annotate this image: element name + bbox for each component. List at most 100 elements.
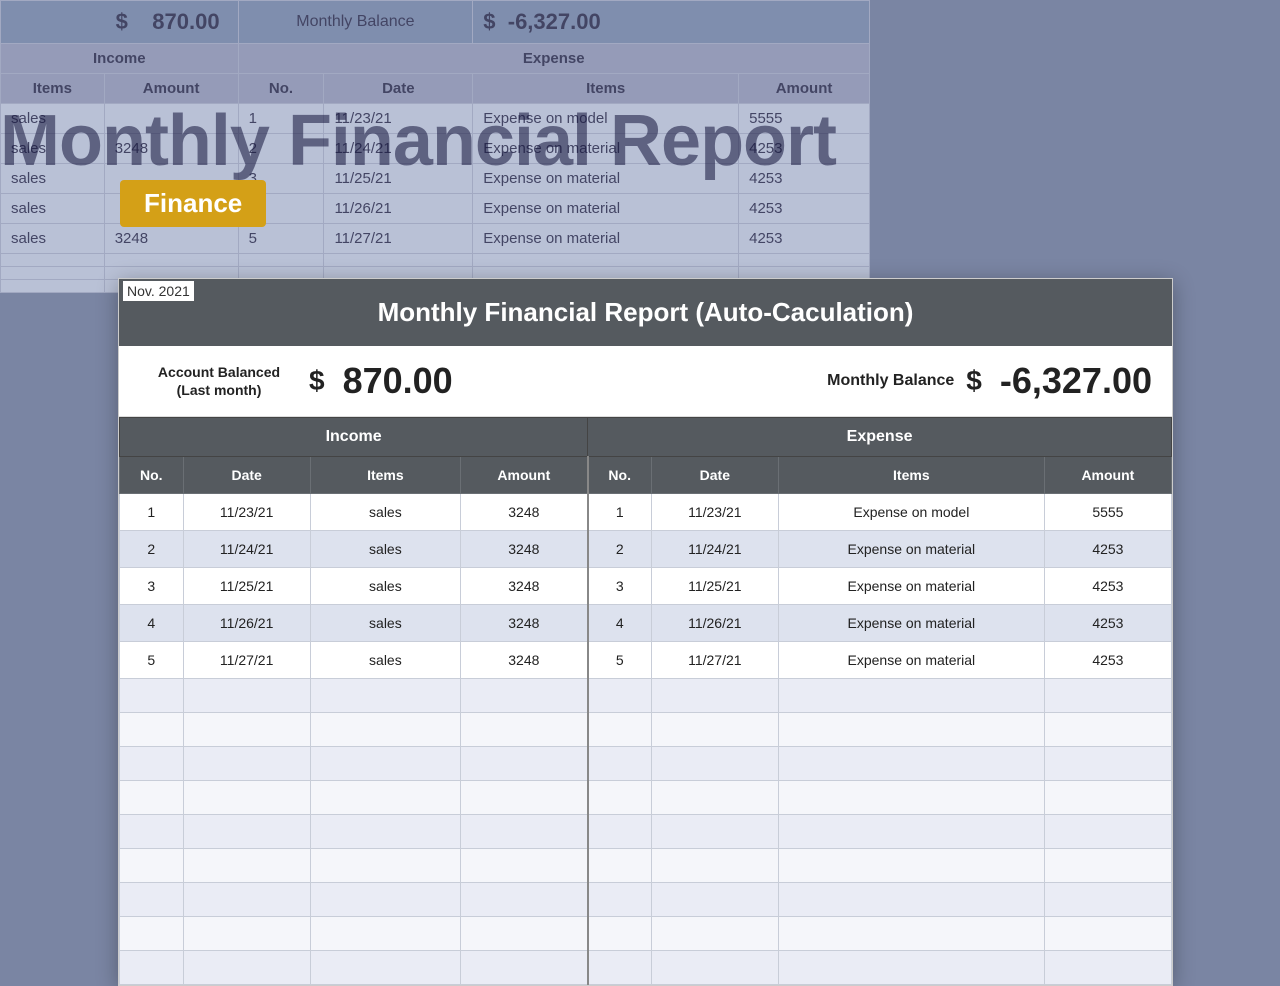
expense-items-cell: Expense on material xyxy=(778,642,1044,679)
expense-no-cell: 4 xyxy=(588,605,652,642)
income-amount-col-header: Amount xyxy=(461,457,588,494)
expense-no-cell xyxy=(588,713,652,747)
income-amount-cell: 3248 xyxy=(461,568,588,605)
income-date-cell: 11/27/21 xyxy=(183,642,310,679)
income-date-col-header: Date xyxy=(183,457,310,494)
main-data-table: Income Expense No. Date Items Amount No.… xyxy=(119,417,1172,985)
income-amount-cell xyxy=(461,781,588,815)
income-items-cell xyxy=(310,917,460,951)
expense-date-cell xyxy=(651,713,778,747)
income-items-cell xyxy=(310,815,460,849)
bg-exp-amount-header: Amount xyxy=(739,74,870,104)
income-amount-cell xyxy=(461,679,588,713)
monthly-balance-label: Monthly Balance xyxy=(827,372,954,390)
expense-date-cell xyxy=(651,781,778,815)
report-date: Nov. 2021 xyxy=(123,281,194,301)
expense-no-cell: 3 xyxy=(588,568,652,605)
expense-no-cell xyxy=(588,849,652,883)
account-balanced-label: Account Balanced(Last month) xyxy=(139,363,299,399)
expense-no-cell xyxy=(588,781,652,815)
bg-no-header: No. xyxy=(238,74,324,104)
income-amount-cell xyxy=(461,849,588,883)
expense-items-cell xyxy=(778,883,1044,917)
monthly-dollar-sign: $ xyxy=(966,365,982,397)
expense-no-col-header: No. xyxy=(588,457,652,494)
income-no-cell xyxy=(120,815,184,849)
income-amount-cell xyxy=(461,747,588,781)
income-amount-cell xyxy=(461,815,588,849)
income-items-cell xyxy=(310,849,460,883)
income-items-col-header: Items xyxy=(310,457,460,494)
expense-no-cell xyxy=(588,815,652,849)
expense-date-cell xyxy=(651,679,778,713)
report-card: Monthly Financial Report (Auto-Caculatio… xyxy=(118,278,1173,986)
income-amount-cell: 3248 xyxy=(461,531,588,568)
income-items-cell: sales xyxy=(310,642,460,679)
expense-items-cell xyxy=(778,815,1044,849)
income-no-cell xyxy=(120,917,184,951)
income-date-cell xyxy=(183,747,310,781)
income-items-cell: sales xyxy=(310,568,460,605)
expense-amount-cell xyxy=(1044,917,1171,951)
income-no-cell: 5 xyxy=(120,642,184,679)
income-no-cell xyxy=(120,781,184,815)
income-no-col-header: No. xyxy=(120,457,184,494)
expense-date-col-header: Date xyxy=(651,457,778,494)
expense-date-cell xyxy=(651,917,778,951)
account-dollar-sign: $ xyxy=(309,365,325,397)
income-date-cell xyxy=(183,951,310,985)
expense-items-cell: Expense on material xyxy=(778,605,1044,642)
expense-amount-cell xyxy=(1044,781,1171,815)
balance-row: Account Balanced(Last month) $ 870.00 Mo… xyxy=(119,346,1172,417)
income-no-cell xyxy=(120,883,184,917)
income-items-cell: sales xyxy=(310,531,460,568)
income-items-cell xyxy=(310,883,460,917)
monthly-balance-value: -6,327.00 xyxy=(1000,360,1152,402)
income-amount-cell xyxy=(461,951,588,985)
bg-items-header: Items xyxy=(1,74,105,104)
expense-amount-cell: 4253 xyxy=(1044,605,1171,642)
income-amount-cell xyxy=(461,917,588,951)
expense-items-cell xyxy=(778,781,1044,815)
income-no-cell: 4 xyxy=(120,605,184,642)
expense-no-cell: 1 xyxy=(588,494,652,531)
income-amount-cell: 3248 xyxy=(461,642,588,679)
income-amount-cell: 3248 xyxy=(461,494,588,531)
bg-date-header: Date xyxy=(324,74,473,104)
income-date-cell xyxy=(183,849,310,883)
expense-amount-cell xyxy=(1044,713,1171,747)
income-date-cell xyxy=(183,679,310,713)
expense-no-cell xyxy=(588,747,652,781)
income-no-cell: 2 xyxy=(120,531,184,568)
income-amount-cell xyxy=(461,713,588,747)
income-items-cell: sales xyxy=(310,494,460,531)
expense-amount-cell xyxy=(1044,679,1171,713)
expense-date-cell xyxy=(651,815,778,849)
income-amount-cell xyxy=(461,883,588,917)
expense-amount-cell: 4253 xyxy=(1044,531,1171,568)
expense-date-cell: 11/25/21 xyxy=(651,568,778,605)
expense-date-cell: 11/26/21 xyxy=(651,605,778,642)
income-date-cell xyxy=(183,883,310,917)
expense-no-cell xyxy=(588,917,652,951)
income-no-cell: 1 xyxy=(120,494,184,531)
expense-items-cell xyxy=(778,849,1044,883)
income-items-cell xyxy=(310,747,460,781)
expense-amount-cell: 4253 xyxy=(1044,568,1171,605)
expense-items-cell xyxy=(778,679,1044,713)
income-items-cell xyxy=(310,713,460,747)
expense-no-cell xyxy=(588,679,652,713)
income-no-cell xyxy=(120,849,184,883)
expense-amount-cell xyxy=(1044,883,1171,917)
expense-items-cell xyxy=(778,747,1044,781)
expense-items-cell: Expense on model xyxy=(778,494,1044,531)
expense-amount-cell xyxy=(1044,849,1171,883)
income-no-cell xyxy=(120,713,184,747)
report-title: Monthly Financial Report (Auto-Caculatio… xyxy=(119,279,1172,346)
income-date-cell xyxy=(183,917,310,951)
expense-items-col-header: Items xyxy=(778,457,1044,494)
expense-items-cell: Expense on material xyxy=(778,531,1044,568)
income-no-cell: 3 xyxy=(120,568,184,605)
income-no-cell xyxy=(120,951,184,985)
finance-badge: Finance xyxy=(120,180,266,227)
